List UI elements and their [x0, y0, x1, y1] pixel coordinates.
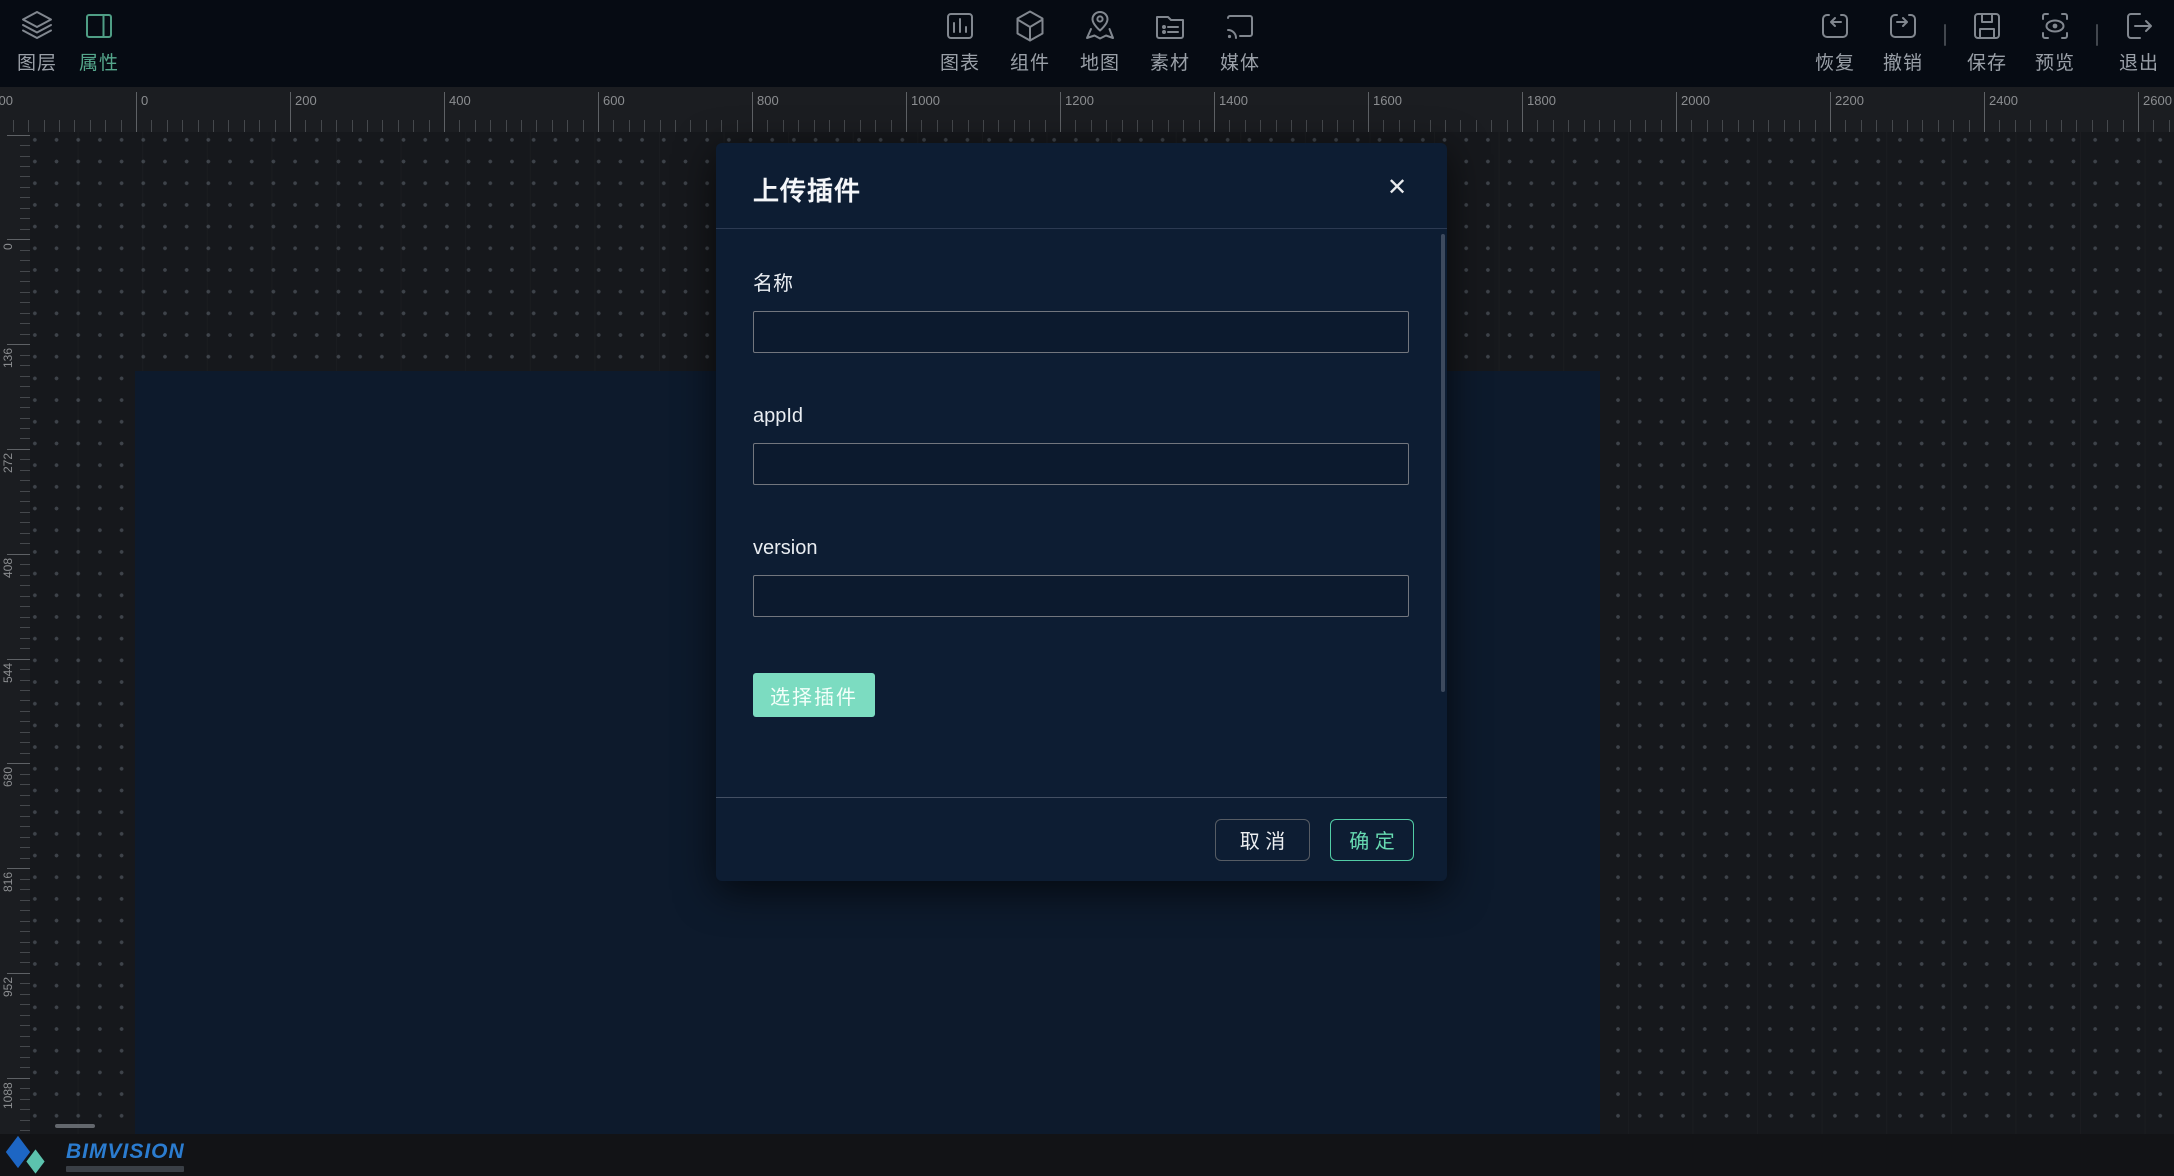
ruler-h-label: 400: [449, 93, 471, 108]
ruler-h-label: 2600: [2143, 93, 2172, 108]
undo-icon: [1885, 8, 1921, 44]
vertical-ruler: 0 136 272 408 544 680 816 952 1088: [0, 87, 30, 1134]
toolbar-divider: [1944, 24, 1946, 46]
ruler-h-label: 1800: [1527, 93, 1556, 108]
media-cast-icon: [1222, 8, 1258, 44]
select-plugin-button[interactable]: 选择插件: [753, 673, 875, 717]
toolbar-item-label: 退出: [2119, 48, 2159, 75]
ruler-v-label: 136: [0, 348, 17, 400]
toolbar-item-charts[interactable]: 图表: [933, 8, 987, 75]
toolbar-item-map[interactable]: 地图: [1073, 8, 1127, 75]
toolbar-item-components[interactable]: 组件: [1003, 8, 1057, 75]
material-icon: [1152, 8, 1188, 44]
canvas-h-scrollbar[interactable]: [55, 1124, 95, 1128]
top-toolbar: 图层 属性 图表: [0, 0, 2174, 87]
toolbar-item-exit[interactable]: 退出: [2112, 8, 2166, 75]
ruler-h-label: 1400: [1219, 93, 1248, 108]
dialog-header: 上传插件 ✕: [716, 143, 1447, 229]
toolbar-item-label: 预览: [2035, 48, 2075, 75]
version-input[interactable]: [753, 575, 1409, 617]
ruler-h-label: 2000: [1681, 93, 1710, 108]
toolbar-item-label: 属性: [79, 48, 119, 75]
chart-icon: [942, 8, 978, 44]
ruler-h-label: 200: [295, 93, 317, 108]
toolbar-item-label: 撤销: [1883, 48, 1923, 75]
status-bar: BIMVISION: [0, 1134, 2174, 1176]
dialog-body: 名称 appId version 选择插件: [716, 229, 1447, 796]
redo-icon: [1817, 8, 1853, 44]
preview-eye-icon: [2037, 8, 2073, 44]
cancel-button[interactable]: 取 消: [1215, 819, 1310, 861]
brand-logo-text: BIMVISION: [66, 1140, 185, 1164]
map-pin-icon: [1082, 8, 1118, 44]
field-label-appid: appId: [753, 405, 1447, 428]
ruler-h-label: 600: [603, 93, 625, 108]
toolbar-item-undo[interactable]: 撤销: [1876, 8, 1930, 75]
panel-icon: [81, 8, 117, 44]
confirm-button[interactable]: 确 定: [1330, 819, 1414, 861]
horizontal-ruler: -200 0 200 400 600 800 1000 1200 1400 1600 1800 200…: [0, 87, 2174, 132]
ruler-h-label: 0: [141, 93, 148, 108]
ruler-h-label: 1600: [1373, 93, 1402, 108]
ruler-v-label: 680: [0, 767, 17, 819]
toolbar-item-label: 素材: [1150, 48, 1190, 75]
ruler-v-label: 952: [0, 977, 17, 1029]
toolbar-item-label: 恢复: [1815, 48, 1855, 75]
ruler-v-label: 272: [0, 453, 17, 505]
ruler-h-label: -200: [0, 93, 13, 108]
ruler-h-label: 2400: [1989, 93, 2018, 108]
toolbar-item-preview[interactable]: 预览: [2028, 8, 2082, 75]
toolbar-item-label: 图表: [940, 48, 980, 75]
toolbar-item-label: 组件: [1010, 48, 1050, 75]
brand-sub-text: [66, 1166, 184, 1172]
field-label-name: 名称: [753, 267, 1447, 296]
name-input[interactable]: [753, 311, 1409, 353]
ruler-v-label: 408: [0, 558, 17, 610]
dialog-title: 上传插件: [753, 171, 861, 208]
ruler-h-label: 1000: [911, 93, 940, 108]
field-label-version: version: [753, 537, 1447, 560]
toolbar-item-label: 地图: [1080, 48, 1120, 75]
layers-icon: [19, 8, 55, 44]
appid-input[interactable]: [753, 443, 1409, 485]
cube-icon: [1012, 8, 1048, 44]
toolbar-item-layers[interactable]: 图层: [10, 8, 64, 75]
toolbar-item-label: 媒体: [1220, 48, 1260, 75]
app-stage: 广联达视界 01362724085446808169521088 -200020…: [0, 0, 2174, 1176]
close-icon[interactable]: ✕: [1377, 167, 1417, 207]
toolbar-item-save[interactable]: 保存: [1960, 8, 2014, 75]
ruler-h-label: 2200: [1835, 93, 1864, 108]
toolbar-item-label: 图层: [17, 48, 57, 75]
toolbar-item-redo[interactable]: 恢复: [1808, 8, 1862, 75]
toolbar-item-media[interactable]: 媒体: [1213, 8, 1267, 75]
toolbar-item-label: 保存: [1967, 48, 2007, 75]
ruler-v-label: 544: [0, 663, 17, 715]
ruler-v-label: 1088: [0, 1082, 17, 1134]
exit-icon: [2121, 8, 2157, 44]
dialog-scrollbar-thumb[interactable]: [1441, 234, 1445, 692]
save-icon: [1969, 8, 2005, 44]
toolbar-right-group: 恢复 撤销: [1808, 8, 2166, 75]
upload-plugin-dialog: 上传插件 ✕ 名称 appId version 选择插件 取 消 确 定: [716, 143, 1447, 881]
ruler-v-label: 816: [0, 872, 17, 924]
toolbar-item-properties[interactable]: 属性: [72, 8, 126, 75]
toolbar-divider: [2096, 24, 2098, 46]
ruler-h-label: 800: [757, 93, 779, 108]
dialog-footer: 取 消 确 定: [716, 797, 1447, 881]
toolbar-center-group: 图表 组件 地图: [933, 8, 1267, 75]
ruler-v-label: 0: [0, 243, 17, 295]
ruler-h-label: 1200: [1065, 93, 1094, 108]
brand-logo: BIMVISION: [6, 1138, 185, 1174]
toolbar-item-materials[interactable]: 素材: [1143, 8, 1197, 75]
bimvision-logo-icon: [6, 1138, 62, 1174]
